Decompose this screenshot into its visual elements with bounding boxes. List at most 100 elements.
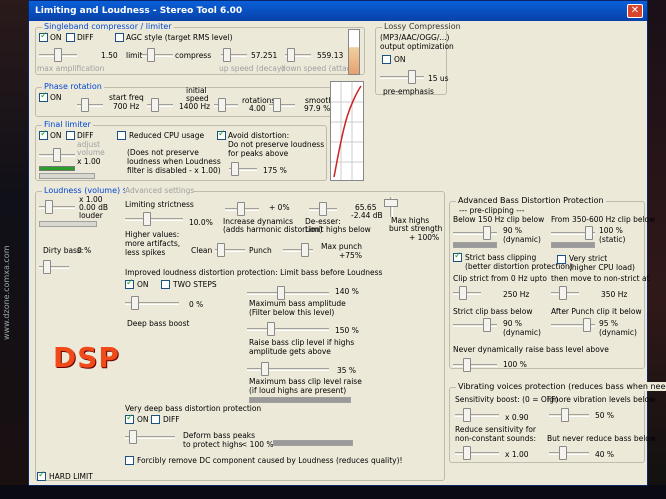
max-punch-slider[interactable] xyxy=(283,242,313,258)
pre-emphasis-label: pre-emphasis xyxy=(383,87,434,96)
start-freq-value: 700 Hz xyxy=(113,102,140,111)
reduce-value: x 1.00 xyxy=(505,450,529,459)
from-350-bar xyxy=(551,242,595,248)
clean-punch-slider[interactable] xyxy=(215,242,245,258)
after-punch-slider[interactable] xyxy=(551,317,595,333)
strict-clip-bass-slider[interactable] xyxy=(453,317,497,333)
window-titlebar[interactable]: Limiting and Loudness - Stereo Tool 6.00 xyxy=(29,1,647,21)
two-steps-label: TWO STEPS xyxy=(173,280,217,289)
smooth-slider[interactable] xyxy=(269,97,295,113)
rotations-value: 4.00 xyxy=(249,104,266,113)
reduce-slider[interactable] xyxy=(455,445,499,461)
up-speed-value: 57.251 xyxy=(251,51,278,60)
raise-bass-clip-slider[interactable] xyxy=(247,321,329,337)
speed-value: 1400 Hz xyxy=(179,102,211,111)
close-button[interactable]: ✕ xyxy=(627,4,643,18)
deform-bass-note: to protect highs xyxy=(183,440,243,449)
lossy-on-checkbox[interactable] xyxy=(382,55,391,64)
up-speed-label: up speed (decay) xyxy=(219,64,285,73)
hard-limit-checkbox[interactable] xyxy=(37,470,46,481)
very-deep-diff-checkbox[interactable] xyxy=(151,415,160,424)
start-freq-slider[interactable] xyxy=(77,97,103,113)
phase-on-checkbox[interactable] xyxy=(39,91,48,102)
final-limiter-title: Final limiter xyxy=(42,120,93,129)
rotations-slider[interactable] xyxy=(214,97,238,113)
lossy-line2: output optimization xyxy=(380,42,454,51)
never-reduce-slider[interactable] xyxy=(549,445,589,461)
max-amp-slider[interactable] xyxy=(39,47,77,63)
deform-bass-bar xyxy=(273,440,353,446)
very-deep-diff-label: DIFF xyxy=(163,415,180,424)
deform-bass-slider[interactable] xyxy=(125,429,175,445)
below-150-mode: (dynamic) xyxy=(503,235,541,244)
compress-label: compress xyxy=(175,51,212,60)
increase-dynamics-slider[interactable] xyxy=(225,201,259,217)
final-diff-checkbox[interactable] xyxy=(66,131,75,140)
raise-bass-clip-value: 150 % xyxy=(335,326,359,335)
improved-on-checkbox[interactable] xyxy=(125,278,134,289)
clip-strict-label: Clip strict from 0 Hz upto xyxy=(453,274,548,283)
max-amp-label: max amplification xyxy=(37,64,105,73)
remove-dc-checkbox[interactable] xyxy=(125,456,134,465)
singleband-title: Singleband compressor / limiter xyxy=(42,22,174,31)
below-150-slider[interactable] xyxy=(453,225,497,241)
from-350-slider[interactable] xyxy=(551,225,595,241)
smooth-value: 97.9 % xyxy=(304,104,331,113)
loudness-title: Loudness (volume) $ xyxy=(42,186,130,195)
limiting-strictness-slider[interactable] xyxy=(125,211,183,227)
initial-speed-slider[interactable] xyxy=(147,97,173,113)
from-350-mode: (static) xyxy=(599,235,626,244)
avoid-distortion-checkbox[interactable] xyxy=(217,129,226,140)
two-steps-checkbox[interactable] xyxy=(161,280,170,289)
highs-burst-slider[interactable] xyxy=(383,197,399,217)
very-deep-on-checkbox[interactable] xyxy=(125,413,134,424)
deep-bass-boost-value: 0 % xyxy=(189,300,204,309)
clean-label: Clean xyxy=(191,246,213,255)
de-esser-slider[interactable] xyxy=(309,201,337,217)
max-bass-clip-raise-slider[interactable] xyxy=(247,361,329,377)
phase-title: Phase rotation xyxy=(42,82,104,91)
avoid-distortion-slider[interactable] xyxy=(229,161,257,177)
sensitivity-value: x 0.90 xyxy=(505,413,529,422)
down-speed-slider[interactable] xyxy=(285,47,311,63)
loudness-slider[interactable] xyxy=(39,199,75,215)
improved-protection-label: Improved loudness distortion protection:… xyxy=(125,268,383,277)
punch-label: Punch xyxy=(249,246,272,255)
up-speed-slider[interactable] xyxy=(221,47,247,63)
limit-value: 1.50 xyxy=(101,51,118,60)
ignore-slider[interactable] xyxy=(549,407,589,423)
pre-emphasis-slider[interactable] xyxy=(380,69,424,85)
strict-bass-checkbox[interactable] xyxy=(453,251,462,262)
final-on-checkbox[interactable] xyxy=(39,129,48,140)
dirty-bass-slider[interactable] xyxy=(39,259,69,275)
never-raise-slider[interactable] xyxy=(453,357,497,373)
sbc-on-checkbox[interactable] xyxy=(39,31,48,42)
increase-dynamics-value: + 0% xyxy=(269,203,290,212)
non-strict-value: 350 Hz xyxy=(601,290,628,299)
sbc-diff-checkbox[interactable] xyxy=(66,33,75,42)
deep-bass-boost-slider[interactable] xyxy=(125,295,179,311)
louder-label: louder xyxy=(79,211,103,220)
limiting-loudness-window: Limiting and Loudness - Stereo Tool 6.00… xyxy=(28,0,666,486)
below-150-label: Below 150 Hz clip below xyxy=(453,215,545,224)
after-punch-label: After Punch clip it below xyxy=(551,307,642,316)
below-150-bar xyxy=(453,242,497,248)
limiter-curve-graph xyxy=(330,81,364,181)
never-reduce-label: But never reduce bass below xyxy=(547,434,657,443)
max-bass-clip-raise-note: (if loud highs are present) xyxy=(249,386,347,395)
level-meter xyxy=(348,29,360,75)
very-strict-checkbox[interactable] xyxy=(557,255,566,264)
de-esser-note: Limit highs below xyxy=(305,225,371,234)
max-bass-clip-raise-value: 35 % xyxy=(337,366,357,375)
limit-compress-slider[interactable] xyxy=(141,47,173,63)
clip-strict-slider[interactable] xyxy=(453,285,481,301)
max-bass-amplitude-value: 140 % xyxy=(335,287,359,296)
non-strict-slider[interactable] xyxy=(551,285,579,301)
reduced-cpu-checkbox[interactable] xyxy=(117,131,126,140)
sensitivity-slider[interactable] xyxy=(455,407,499,423)
adjust-volume-slider[interactable] xyxy=(39,147,75,163)
remove-dc-label: Forcibly remove DC component caused by L… xyxy=(137,456,403,465)
sbc-agc-checkbox[interactable] xyxy=(115,33,124,42)
phase-on-label: ON xyxy=(50,93,62,102)
side-watermark: www.dzone.comxa.com xyxy=(2,245,11,341)
